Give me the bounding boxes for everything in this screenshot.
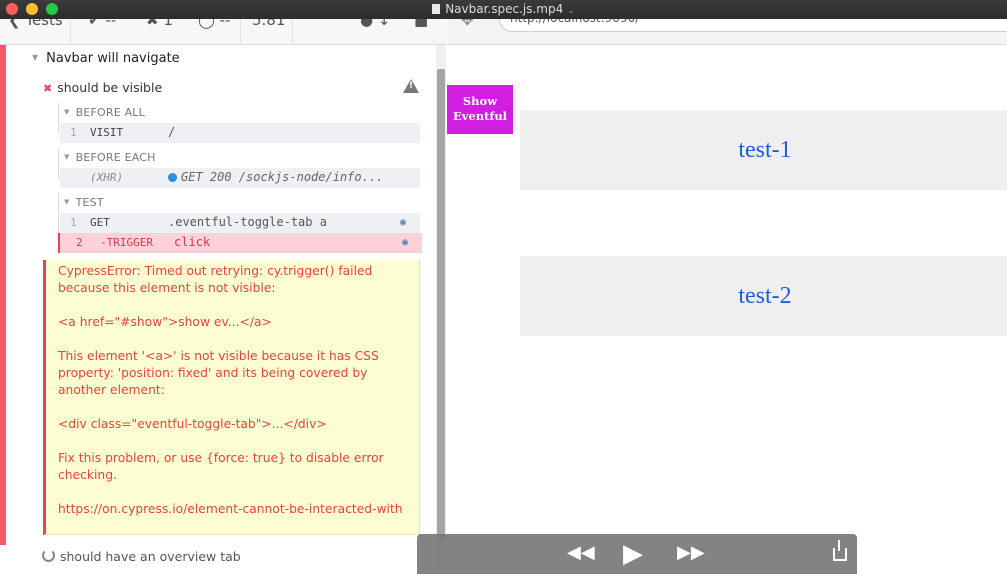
xhr-message-text: GET 200 /sockjs-node/info...	[181, 170, 384, 184]
command-row-xhr[interactable]: (XHR) GET 200 /sockjs-node/info...	[60, 168, 420, 188]
caret-down-icon: ▼	[32, 53, 39, 62]
video-controls: ◀◀ ▶ ▶▶	[417, 534, 857, 574]
caret-down-icon: ▼	[64, 153, 70, 161]
command-message: GET 200 /sockjs-node/info...	[168, 170, 383, 184]
command-name: (XHR)	[90, 171, 124, 184]
command-row-visit[interactable]: 1 VISIT /	[60, 123, 420, 143]
hook-title-test[interactable]: ▼ TEST	[64, 196, 104, 209]
next-test-text: should have an overview tab	[60, 549, 241, 564]
error-line: This element '<a>' is not visible becaus…	[58, 349, 379, 397]
command-message: /	[168, 125, 176, 139]
scrollbar-thumb[interactable]	[437, 69, 445, 539]
command-message: .eventful-toggle-tab a	[168, 215, 327, 229]
command-name: GET	[90, 216, 110, 229]
suite-title[interactable]: ▼ Navbar will navigate	[32, 51, 180, 66]
caret-down-icon: ▼	[64, 198, 70, 206]
window-title-bar: Navbar.spec.js.mp4 ⌄	[0, 0, 1007, 19]
window-title-text: Navbar.spec.js.mp4	[445, 2, 564, 16]
hook-border	[58, 149, 59, 179]
eye-icon: ◉	[402, 237, 409, 248]
command-name: VISIT	[90, 126, 124, 139]
test-card[interactable]: test-2	[520, 256, 1007, 336]
test-card[interactable]: test-1	[520, 110, 1007, 190]
rewind-icon[interactable]: ◀◀	[567, 542, 595, 563]
command-log: ▼ Navbar will navigate ✖ should be visible…	[0, 45, 446, 574]
fast-forward-icon[interactable]: ▶▶	[677, 542, 705, 563]
suite-title-text: Navbar will navigate	[46, 51, 180, 66]
warning-icon[interactable]: !	[403, 79, 419, 93]
hook-title-text: BEFORE EACH	[75, 151, 156, 164]
caret-down-icon: ▼	[64, 108, 70, 116]
command-number: 2	[76, 236, 83, 249]
document-icon	[432, 4, 441, 14]
eye-icon: ◉	[400, 217, 407, 228]
hook-title-text: TEST	[75, 196, 104, 209]
hook-title-before-all[interactable]: ▼ BEFORE ALL	[64, 106, 145, 119]
command-message: click	[174, 235, 211, 249]
test-title-next[interactable]: should have an overview tab	[42, 549, 241, 564]
error-line: <div class="eventful-toggle-tab">...</di…	[58, 417, 327, 431]
command-name: -TRIGGER	[100, 236, 153, 249]
failed-indicator-bar	[0, 45, 6, 545]
test-title-text: should be visible	[57, 80, 163, 95]
play-icon[interactable]: ▶	[623, 539, 643, 569]
command-row-get[interactable]: 1 GET .eventful-toggle-tab a ◉	[60, 213, 420, 233]
eventful-toggle-tab[interactable]: Show Eventful	[447, 85, 513, 134]
error-docs-link[interactable]: https://on.cypress.io/element-cannot-be-…	[58, 501, 411, 518]
hook-title-before-each[interactable]: ▼ BEFORE EACH	[64, 151, 156, 164]
error-line: Fix this problem, or use {force: true} t…	[58, 451, 384, 482]
error-message[interactable]: CypressError: Timed out retrying: cy.tri…	[43, 260, 420, 535]
share-icon[interactable]	[833, 540, 847, 561]
error-line: <a href="#show">show ev...</a>	[58, 315, 272, 329]
command-row-trigger[interactable]: 2 -TRIGGER click ◉	[58, 233, 422, 253]
window-title: Navbar.spec.js.mp4 ⌄	[0, 2, 1007, 16]
command-number: 1	[70, 126, 77, 139]
app-under-test: Show Eventful test-1 test-2	[447, 45, 1007, 574]
failed-x-icon: ✖	[43, 82, 53, 95]
spinner-icon	[42, 549, 55, 562]
xhr-status-dot-icon	[168, 173, 177, 182]
hook-border	[58, 103, 59, 133]
test-title[interactable]: ✖ should be visible	[43, 80, 162, 95]
error-line: CypressError: Timed out retrying: cy.tri…	[58, 264, 373, 295]
hook-title-text: BEFORE ALL	[75, 106, 145, 119]
chevron-down-icon[interactable]: ⌄	[567, 6, 575, 16]
command-number: 1	[70, 216, 77, 229]
